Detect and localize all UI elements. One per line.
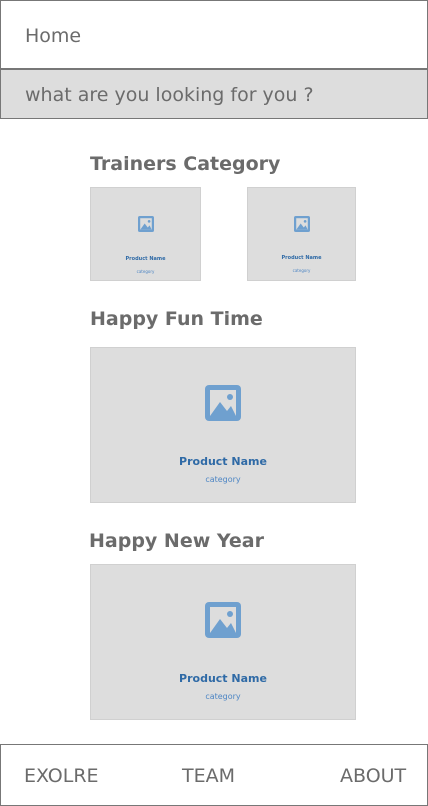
product-category: category [205,692,241,701]
bottom-nav: EXOLRE TEAM ABOUT [0,744,428,806]
product-category: category [136,269,155,274]
page-title: Home [25,25,82,47]
product-card[interactable]: Product Name category [90,564,356,720]
product-card[interactable]: Product Name category [90,347,356,503]
product-card[interactable]: Product Name category [90,187,201,281]
search-bar[interactable]: what are you looking for you ? [0,69,428,119]
nav-about[interactable]: ABOUT [340,765,406,787]
product-name: Product Name [281,255,322,261]
product-category: category [205,475,241,484]
product-card[interactable]: Product Name category [247,187,356,281]
section-title-fun-time: Happy Fun Time [90,308,263,330]
section-title-new-year: Happy New Year [89,530,264,552]
image-placeholder-icon [205,602,241,638]
nav-explore[interactable]: EXOLRE [24,765,99,787]
image-placeholder-icon [137,216,154,232]
section-title-trainers: Trainers Category [90,153,281,175]
product-name: Product Name [125,256,166,262]
search-input[interactable]: what are you looking for you ? [25,84,314,106]
nav-team[interactable]: TEAM [182,765,235,787]
image-placeholder-icon [293,216,310,232]
product-name: Product Name [179,672,267,685]
header-bar: Home [0,0,428,69]
image-placeholder-icon [205,385,241,421]
product-name: Product Name [179,455,267,468]
product-category: category [292,268,311,273]
